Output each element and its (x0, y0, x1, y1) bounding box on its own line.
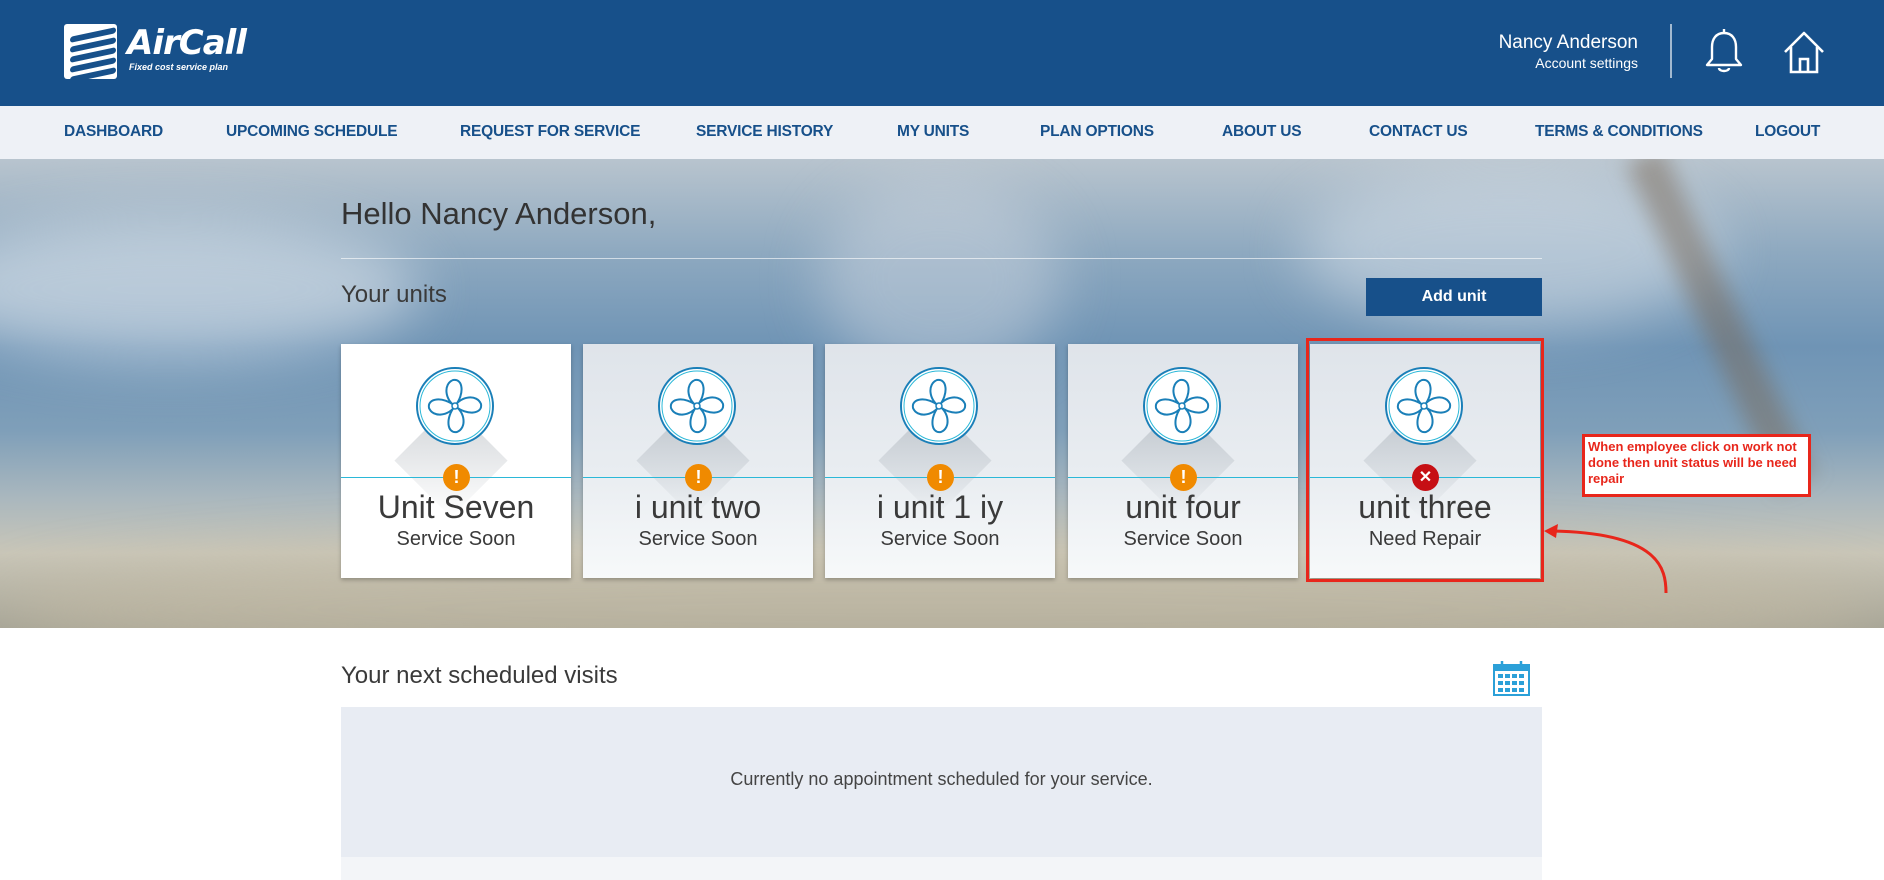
nav-my-units[interactable]: MY UNITS (897, 123, 969, 141)
brand-tagline: Fixed cost service plan (129, 62, 229, 72)
nav-contact-us[interactable]: CONTACT US (1369, 123, 1468, 141)
header-divider (1670, 24, 1672, 78)
user-menu[interactable]: Nancy Anderson Account settings (1499, 32, 1638, 72)
unit-card[interactable]: ! unit four Service Soon (1068, 344, 1298, 578)
units-hero: Hello Nancy Anderson, Your units Add uni… (0, 159, 1884, 628)
fan-icon (658, 367, 736, 445)
user-name: Nancy Anderson (1498, 32, 1638, 53)
calendar-icon[interactable] (1493, 661, 1530, 696)
annotation-arrow-icon (1544, 524, 1668, 594)
warning-icon: ! (443, 464, 470, 491)
unit-status: Service Soon (880, 528, 1000, 550)
add-unit-button[interactable]: Add unit (1366, 278, 1542, 316)
annotation-note: When employee click on work not done the… (1582, 434, 1811, 497)
unit-name: Unit Seven (377, 489, 535, 525)
nav-plan-options[interactable]: PLAN OPTIONS (1040, 123, 1154, 141)
nav-terms-conditions[interactable]: TERMS & CONDITIONS (1535, 123, 1703, 141)
fan-icon (900, 367, 978, 445)
section-divider (341, 258, 1542, 259)
brand-name: AirCall (127, 23, 247, 63)
unit-status: Service Soon (638, 528, 758, 550)
bell-icon[interactable] (1702, 28, 1746, 76)
nav-upcoming-schedule[interactable]: UPCOMING SCHEDULE (226, 123, 398, 141)
unit-name: i unit two (634, 489, 762, 525)
home-icon[interactable] (1782, 28, 1826, 76)
nav-logout[interactable]: LOGOUT (1755, 123, 1820, 141)
unit-card[interactable]: ! Unit Seven Service Soon (341, 344, 571, 578)
nav-about-us[interactable]: ABOUT US (1222, 123, 1302, 141)
visits-empty-message: Currently no appointment scheduled for y… (730, 769, 1153, 789)
logo-icon (64, 24, 117, 79)
nav-dashboard[interactable]: DASHBOARD (64, 123, 163, 141)
visits-panel: Currently no appointment scheduled for y… (341, 707, 1542, 857)
fan-icon (416, 367, 494, 445)
top-header: AirCall Fixed cost service plan Nancy An… (0, 0, 1884, 106)
nav-request-for-service[interactable]: REQUEST FOR SERVICE (460, 123, 640, 141)
visits-title: Your next scheduled visits (341, 662, 618, 689)
unit-name: unit four (1125, 489, 1241, 525)
greeting-heading: Hello Nancy Anderson, (341, 196, 657, 231)
warning-icon: ! (685, 464, 712, 491)
unit-name: i unit 1 iy (876, 489, 1004, 525)
annotation-highlight-box (1306, 338, 1544, 582)
unit-card[interactable]: ! i unit two Service Soon (583, 344, 813, 578)
warning-icon: ! (927, 464, 954, 491)
units-title: Your units (341, 281, 447, 308)
main-nav: DASHBOARD UPCOMING SCHEDULE REQUEST FOR … (0, 106, 1884, 159)
account-settings-link[interactable]: Account settings (1499, 54, 1638, 72)
fan-icon (1143, 367, 1221, 445)
unit-card[interactable]: ! i unit 1 iy Service Soon (825, 344, 1055, 578)
nav-service-history[interactable]: SERVICE HISTORY (696, 123, 833, 141)
brand-logo[interactable]: AirCall Fixed cost service plan (64, 23, 247, 79)
unit-status: Service Soon (1123, 528, 1243, 550)
warning-icon: ! (1170, 464, 1197, 491)
visits-panel-footer (341, 857, 1542, 880)
unit-status: Service Soon (396, 528, 516, 550)
